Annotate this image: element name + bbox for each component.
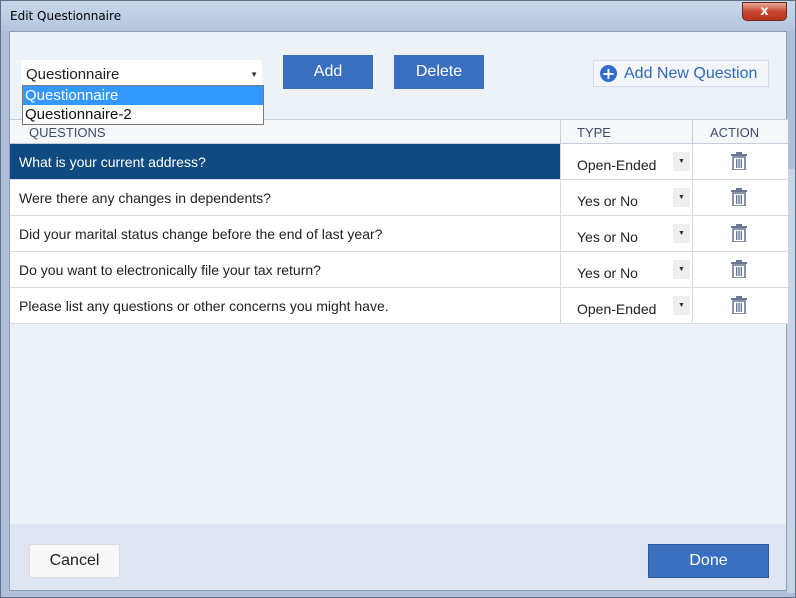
header-questions: QUESTIONS bbox=[29, 125, 106, 140]
window-title: Edit Questionnaire bbox=[10, 9, 122, 23]
type-select[interactable]: Yes or No ▼ bbox=[560, 252, 692, 287]
dropdown-option-questionnaire[interactable]: Questionnaire bbox=[23, 86, 263, 105]
table-row[interactable]: Please list any questions or other conce… bbox=[10, 288, 788, 324]
dialog-footer: Cancel Done bbox=[10, 524, 786, 590]
add-new-question-button[interactable]: + Add New Question bbox=[593, 60, 769, 87]
trash-icon[interactable] bbox=[731, 188, 747, 206]
dialog-body: Questionnaire ▼ Questionnaire Questionna… bbox=[9, 31, 788, 591]
type-select-value: Open-Ended bbox=[577, 157, 657, 173]
add-new-question-label: Add New Question bbox=[624, 65, 758, 82]
edit-questionnaire-window: Edit Questionnaire x Questionnaire ▼ Que… bbox=[0, 0, 796, 598]
cancel-button[interactable]: Cancel bbox=[29, 544, 120, 578]
type-select-value: Open-Ended bbox=[577, 301, 657, 317]
action-cell bbox=[692, 144, 788, 179]
trash-icon[interactable] bbox=[731, 296, 747, 314]
chevron-down-icon[interactable]: ▼ bbox=[673, 224, 690, 243]
type-select[interactable]: Yes or No ▼ bbox=[560, 180, 692, 215]
type-select-value: Yes or No bbox=[577, 193, 638, 209]
trash-icon[interactable] bbox=[731, 224, 747, 242]
table-row[interactable]: Do you want to electronically file your … bbox=[10, 252, 788, 288]
type-select[interactable]: Open-Ended ▼ bbox=[560, 144, 692, 179]
question-cell[interactable]: Did your marital status change before th… bbox=[10, 216, 560, 251]
header-type: TYPE bbox=[577, 125, 611, 140]
plus-circle-icon: + bbox=[600, 64, 617, 83]
questionnaire-select[interactable]: Questionnaire ▼ bbox=[21, 60, 262, 88]
header-action: ACTION bbox=[710, 125, 760, 140]
questionnaire-select-value: Questionnaire bbox=[26, 66, 120, 83]
chevron-down-icon: ▼ bbox=[250, 70, 258, 79]
trash-icon[interactable] bbox=[731, 152, 747, 170]
type-select[interactable]: Yes or No ▼ bbox=[560, 216, 692, 251]
trash-icon[interactable] bbox=[731, 260, 747, 278]
add-button[interactable]: Add bbox=[283, 55, 373, 89]
chevron-down-icon[interactable]: ▼ bbox=[673, 188, 690, 207]
close-button[interactable]: x bbox=[742, 2, 787, 21]
table-row[interactable]: Were there any changes in dependents? Ye… bbox=[10, 180, 788, 216]
column-divider bbox=[692, 120, 693, 143]
dropdown-option-questionnaire-2[interactable]: Questionnaire-2 bbox=[23, 105, 263, 124]
question-cell[interactable]: Were there any changes in dependents? bbox=[10, 180, 560, 215]
action-cell bbox=[692, 252, 788, 287]
type-select-value: Yes or No bbox=[577, 265, 638, 281]
type-select[interactable]: Open-Ended ▼ bbox=[560, 288, 692, 323]
question-cell[interactable]: Do you want to electronically file your … bbox=[10, 252, 560, 287]
window-edge bbox=[787, 169, 795, 593]
title-bar[interactable]: Edit Questionnaire x bbox=[1, 1, 795, 31]
action-cell bbox=[692, 288, 788, 323]
type-select-value: Yes or No bbox=[577, 229, 638, 245]
chevron-down-icon[interactable]: ▼ bbox=[673, 296, 690, 315]
done-button[interactable]: Done bbox=[648, 544, 769, 578]
questionnaire-dropdown-list: Questionnaire Questionnaire-2 bbox=[22, 85, 264, 125]
questions-table: QUESTIONS TYPE ACTION What is your curre… bbox=[10, 119, 788, 324]
action-cell bbox=[692, 180, 788, 215]
delete-button[interactable]: Delete bbox=[394, 55, 484, 89]
chevron-down-icon[interactable]: ▼ bbox=[673, 260, 690, 279]
table-row[interactable]: Did your marital status change before th… bbox=[10, 216, 788, 252]
action-cell bbox=[692, 216, 788, 251]
column-divider bbox=[560, 120, 561, 143]
question-cell[interactable]: What is your current address? bbox=[10, 144, 560, 179]
table-row[interactable]: What is your current address? Open-Ended… bbox=[10, 144, 788, 180]
question-cell[interactable]: Please list any questions or other conce… bbox=[10, 288, 560, 323]
chevron-down-icon[interactable]: ▼ bbox=[673, 152, 690, 171]
